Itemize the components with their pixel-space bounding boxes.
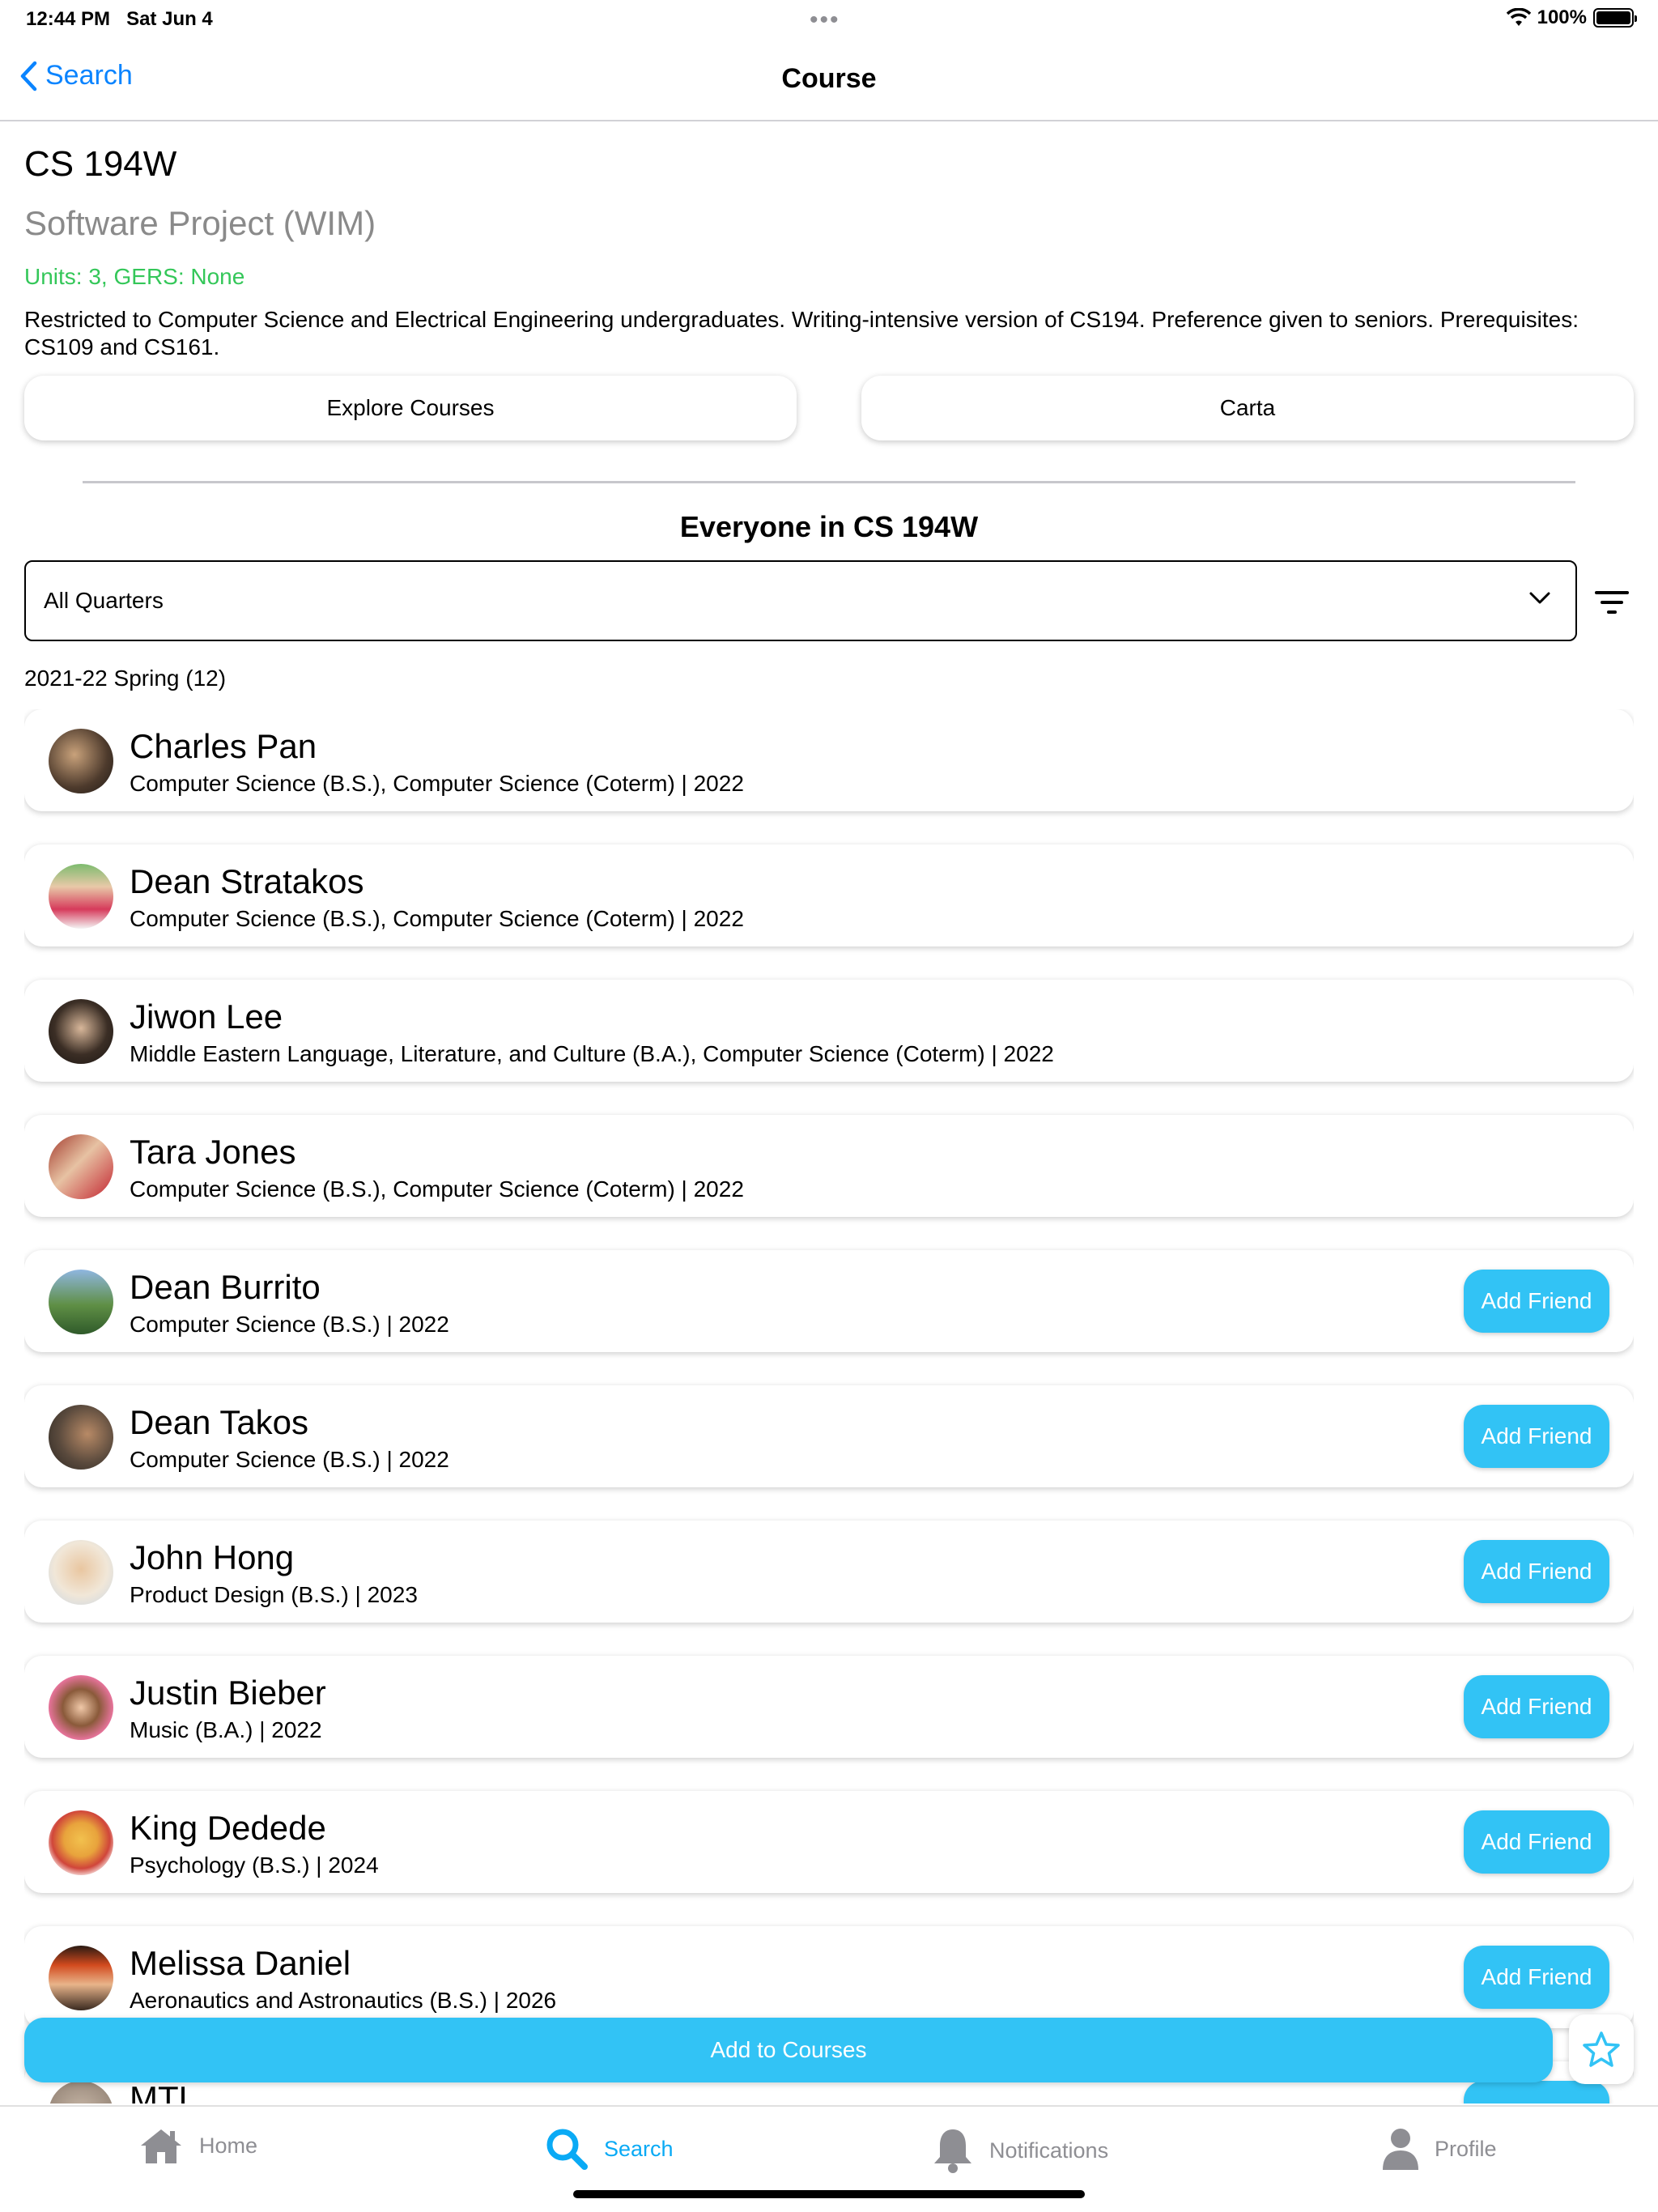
add-friend-button[interactable]: Add Friend: [1464, 1810, 1609, 1874]
section-title: Everyone in CS 194W: [679, 510, 979, 543]
student-card[interactable]: Dean Stratakos Computer Science (B.S.), …: [24, 844, 1634, 946]
student-info: Computer Science (B.S.) | 2022: [130, 1312, 449, 1337]
student-info: Computer Science (B.S.), Computer Scienc…: [130, 771, 744, 796]
divider: [83, 481, 1575, 483]
page-title: Course: [781, 63, 877, 94]
student-info: Computer Science (B.S.), Computer Scienc…: [130, 1176, 744, 1202]
add-to-courses-button[interactable]: Add to Courses: [24, 2018, 1553, 2082]
student-info: Product Design (B.S.) | 2023: [130, 1582, 418, 1607]
student-name: Dean Burrito: [130, 1268, 321, 1306]
tab-label: Home: [199, 2133, 258, 2158]
student-name: Dean Stratakos: [130, 862, 364, 900]
home-icon: [141, 2129, 181, 2163]
student-name: Tara Jones: [130, 1133, 296, 1171]
tab-label: Notifications: [989, 2138, 1109, 2163]
student-info: Computer Science (B.S.), Computer Scienc…: [130, 906, 744, 931]
student-card[interactable]: Dean Burrito Computer Science (B.S.) | 2…: [24, 1250, 1634, 1352]
status-bar: 12:44 PM Sat Jun 4 ••• 100%: [0, 0, 1658, 39]
status-right: 100%: [1506, 6, 1637, 29]
wifi-icon: [1506, 8, 1531, 26]
avatar: [49, 1405, 113, 1470]
avatar: [49, 1675, 113, 1740]
chevron-down-icon: [1529, 592, 1550, 604]
student-info: Computer Science (B.S.) | 2022: [130, 1447, 449, 1472]
avatar: [49, 2081, 113, 2104]
student-name: John Hong: [130, 1538, 295, 1576]
student-info: Psychology (B.S.) | 2024: [130, 1853, 379, 1878]
student-card[interactable]: Justin Bieber Music (B.A.) | 2022 Add Fr…: [24, 1656, 1634, 1758]
tab-profile[interactable]: Profile: [1381, 2126, 1497, 2172]
add-friend-button[interactable]: Add Friend: [1464, 1540, 1609, 1603]
avatar: [49, 1540, 113, 1605]
student-name: Melissa Daniel: [130, 1944, 351, 1982]
status-clock: 12:44 PM: [26, 8, 111, 30]
search-icon: [546, 2129, 588, 2170]
course-description: Restricted to Computer Science and Elect…: [24, 307, 1579, 359]
add-friend-button[interactable]: Add Friend: [1464, 1405, 1609, 1468]
multitasking-dots-icon[interactable]: •••: [810, 6, 840, 34]
quarter-group-label: 2021-22 Spring (12): [24, 666, 227, 691]
student-card[interactable]: Tara Jones Computer Science (B.S.), Comp…: [24, 1115, 1634, 1217]
student-name: Jiwon Lee: [130, 998, 283, 1036]
course-units: Units: 3, GERS: None: [24, 264, 245, 289]
status-date: Sat Jun 4: [126, 8, 213, 30]
avatar: [49, 864, 113, 929]
quarter-select[interactable]: All Quarters: [24, 560, 1577, 641]
avatar: [49, 999, 113, 1064]
student-name: Charles Pan: [130, 727, 317, 765]
person-icon: [1383, 2129, 1418, 2170]
tab-home[interactable]: Home: [138, 2126, 257, 2165]
tab-notifications[interactable]: Notifications: [931, 2126, 1108, 2175]
filter-icon[interactable]: [1592, 586, 1632, 619]
student-name: King Dedede: [130, 1809, 326, 1847]
student-name: MTL: [130, 2079, 198, 2104]
status-time: 12:44 PM Sat Jun 4: [26, 8, 213, 31]
course-code: CS 194W: [24, 144, 177, 184]
add-friend-button[interactable]: Add Friend: [1464, 1270, 1609, 1333]
student-card[interactable]: Jiwon Lee Middle Eastern Language, Liter…: [24, 980, 1634, 1082]
student-card[interactable]: King Dedede Psychology (B.S.) | 2024 Add…: [24, 1791, 1634, 1893]
course-title: Software Project (WIM): [24, 204, 376, 242]
carta-button[interactable]: Carta: [861, 376, 1634, 440]
student-name: Dean Takos: [130, 1403, 309, 1441]
bell-icon: [934, 2129, 971, 2173]
add-friend-button[interactable]: Add Friend: [1464, 1675, 1609, 1738]
avatar: [49, 729, 113, 793]
student-info: Music (B.A.) | 2022: [130, 1717, 322, 1742]
add-friend-button[interactable]: Add Friend: [1464, 1946, 1609, 2009]
star-icon: [1583, 2031, 1620, 2067]
avatar: [49, 1270, 113, 1334]
navigation-bar: Search Course: [0, 39, 1658, 121]
battery-percent: 100%: [1537, 6, 1587, 28]
battery-icon: [1593, 8, 1637, 28]
student-name: Justin Bieber: [130, 1674, 326, 1712]
student-list[interactable]: Charles Pan Computer Science (B.S.), Com…: [24, 709, 1634, 2104]
student-card[interactable]: John Hong Product Design (B.S.) | 2023 A…: [24, 1521, 1634, 1623]
student-info: Aeronautics and Astronautics (B.S.) | 20…: [130, 1988, 557, 2013]
favorite-button[interactable]: [1569, 2014, 1634, 2084]
avatar: [49, 1134, 113, 1199]
student-card[interactable]: Charles Pan Computer Science (B.S.), Com…: [24, 709, 1634, 811]
tab-label: Profile: [1435, 2136, 1497, 2161]
student-card[interactable]: Dean Takos Computer Science (B.S.) | 202…: [24, 1385, 1634, 1487]
student-info: Middle Eastern Language, Literature, and…: [130, 1041, 1054, 1066]
add-friend-button[interactable]: Add Friend: [1464, 2081, 1609, 2104]
explore-courses-button[interactable]: Explore Courses: [24, 376, 797, 440]
home-indicator: [573, 2190, 1085, 2198]
avatar: [49, 1946, 113, 2010]
tab-label: Search: [604, 2136, 674, 2161]
quarter-select-value: All Quarters: [44, 588, 164, 613]
avatar: [49, 1810, 113, 1875]
tab-search[interactable]: Search: [544, 2126, 674, 2172]
student-card[interactable]: Melissa Daniel Aeronautics and Astronaut…: [24, 1926, 1634, 2028]
